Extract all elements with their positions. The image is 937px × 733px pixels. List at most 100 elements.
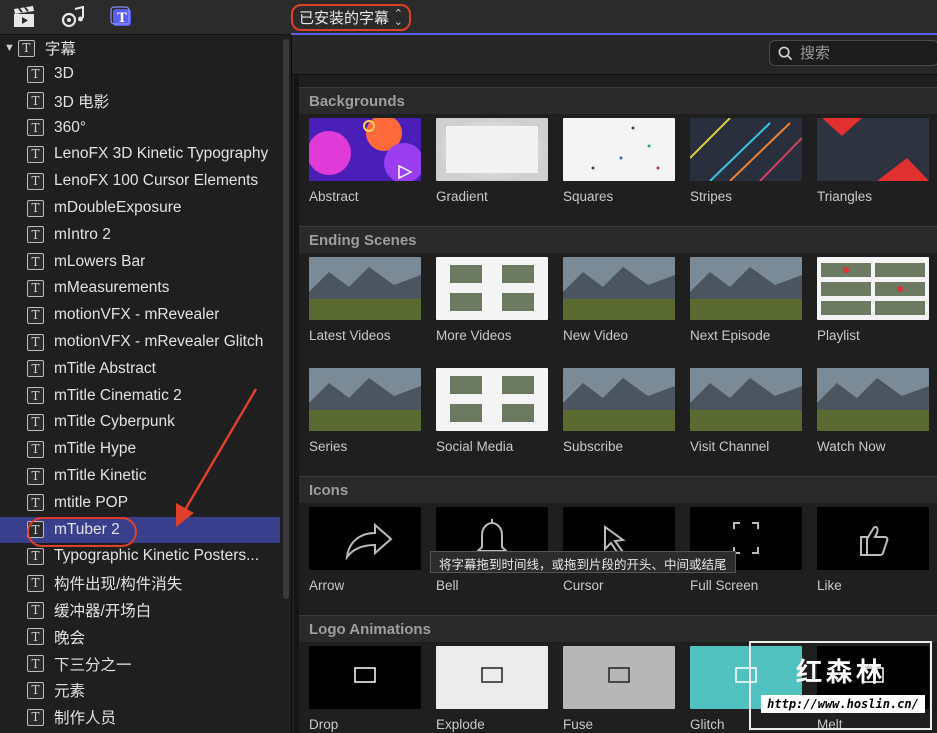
sidebar-item-label: 制作人员 [54, 710, 117, 728]
sidebar-item[interactable]: T 360° [0, 115, 280, 141]
tile-thumbnail[interactable] [690, 257, 802, 320]
sidebar-item[interactable]: TmotionVFX - mRevealer [0, 302, 280, 328]
section-header: Logo Animations [299, 615, 937, 642]
title-tile[interactable]: Arrow [309, 507, 421, 593]
tile-thumbnail[interactable] [563, 368, 675, 431]
music-camera-icon[interactable] [61, 5, 85, 28]
disclosure-triangle-icon[interactable]: ▼ [4, 42, 15, 54]
sidebar-item[interactable]: T LenoFX 100 Cursor Elements [0, 168, 280, 194]
tile-label: Drop [309, 717, 339, 732]
sidebar-item-label: 3D [54, 65, 74, 82]
sidebar-item-label: motionVFX - mRevealer [54, 306, 220, 324]
title-tile[interactable]: Playlist [817, 257, 929, 343]
sidebar-item[interactable]: TmLowers Bar [0, 249, 280, 275]
title-category-icon: T [27, 172, 44, 190]
search-input[interactable] [800, 44, 930, 62]
dropdown-label: 已安装的字幕 [299, 10, 390, 27]
sidebar-item[interactable]: T 元素 [0, 677, 280, 703]
title-category-icon: T [27, 655, 44, 673]
title-tile[interactable]: Fuse [563, 646, 675, 732]
title-tile[interactable]: Visit Channel [690, 368, 802, 454]
tile-label: Series [309, 439, 348, 454]
tile-thumbnail[interactable] [436, 646, 548, 709]
tile-thumbnail[interactable] [309, 118, 421, 181]
title-tile[interactable]: Series [309, 368, 421, 454]
clapper-icon[interactable] [12, 6, 36, 28]
title-category-icon: T [27, 65, 44, 83]
title-tile[interactable]: Triangles [817, 118, 929, 204]
tile-thumbnail[interactable] [563, 118, 675, 181]
tile-thumbnail[interactable] [436, 257, 548, 320]
tile-thumbnail[interactable] [309, 507, 421, 570]
section-header: Icons [299, 476, 937, 503]
installed-titles-dropdown[interactable]: 已安装的字幕 ⌃ ⌄ [291, 4, 411, 31]
title-tile[interactable]: Like [817, 507, 929, 593]
title-tile[interactable]: Explode [436, 646, 548, 732]
search-field[interactable] [769, 40, 937, 66]
title-tile[interactable]: More Videos [436, 257, 548, 343]
tile-label: Full Screen [690, 578, 759, 593]
title-tile[interactable]: Bell [436, 507, 548, 593]
sidebar-scrollbar[interactable] [283, 39, 289, 599]
title-tile[interactable]: Latest Videos [309, 257, 421, 343]
sidebar-item[interactable]: T 缓冲器/开场白 [0, 597, 280, 623]
title-category-icon: T [27, 574, 44, 592]
title-tile[interactable]: Stripes [690, 118, 802, 204]
tile-thumbnail[interactable] [563, 646, 675, 709]
sidebar-item-label: 下三分之一 [54, 656, 132, 674]
tile-thumbnail[interactable] [690, 118, 802, 181]
title-tile[interactable]: Subscribe [563, 368, 675, 454]
title-category-icon: T [27, 119, 44, 137]
sidebar-root-titles[interactable]: ▼ T 字幕 [0, 35, 280, 61]
tile-label: Watch Now [817, 439, 886, 454]
sidebar-item[interactable]: TmotionVFX - mRevealer Glitch [0, 329, 280, 355]
sidebar-item[interactable]: T 构件出现/构件消失 [0, 570, 280, 596]
tile-thumbnail[interactable] [817, 257, 929, 320]
sidebar-item-label: 360° [54, 118, 87, 136]
tile-label: Subscribe [563, 439, 624, 454]
titles-icon[interactable]: T [110, 6, 134, 28]
tile-label: Explode [436, 717, 485, 732]
tile-thumbnail[interactable] [690, 368, 802, 431]
sidebar-item[interactable]: TmIntro 2 [0, 222, 280, 248]
title-tile[interactable]: Squares [563, 118, 675, 204]
tile-thumbnail[interactable] [563, 257, 675, 320]
tile-thumbnail[interactable] [309, 646, 421, 709]
title-tile[interactable]: Social Media [436, 368, 548, 454]
tile-thumbnail[interactable] [817, 368, 929, 431]
sidebar-item[interactable]: T Typographic Kinetic Posters... [0, 543, 280, 569]
title-category-icon: T [27, 387, 44, 405]
title-tile[interactable]: Cursor [563, 507, 675, 593]
sidebar-item[interactable]: TmDoubleExposure [0, 195, 280, 221]
title-tile[interactable]: New Video [563, 257, 675, 343]
tile-thumbnail[interactable] [817, 118, 929, 181]
title-tile[interactable]: Gradient [436, 118, 548, 204]
sidebar-item[interactable]: T 下三分之一 [0, 651, 280, 677]
sidebar-item[interactable]: TmMeasurements [0, 275, 280, 301]
tile-thumbnail[interactable] [436, 118, 548, 181]
sidebar-item[interactable]: T 3D 电影 [0, 88, 280, 114]
sidebar-item[interactable]: T LenoFX 3D Kinetic Typography [0, 141, 280, 167]
sidebar-item-label: LenoFX 3D Kinetic Typography [54, 145, 269, 163]
title-tile[interactable]: Drop [309, 646, 421, 732]
sidebar-item[interactable]: T 晚会 [0, 624, 280, 650]
title-tile[interactable]: Abstract [309, 118, 421, 204]
tile-thumbnail[interactable] [436, 368, 548, 431]
tile-label: Social Media [436, 439, 514, 454]
tile-thumbnail[interactable] [817, 507, 929, 570]
title-tile[interactable]: Watch Now [817, 368, 929, 454]
tile-thumbnail[interactable] [309, 257, 421, 320]
title-tile[interactable]: Full Screen [690, 507, 802, 593]
sidebar-item[interactable]: T 制作人员 [0, 704, 280, 730]
tile-thumbnail[interactable] [309, 368, 421, 431]
sidebar-item-label: mIntro 2 [54, 225, 111, 243]
sidebar-item[interactable]: TmTitle Abstract [0, 356, 280, 382]
tile-label: Squares [563, 189, 614, 204]
sidebar-item[interactable]: T 3D [0, 61, 280, 87]
sidebar-item-label: 3D 电影 [54, 93, 110, 111]
title-category-icon: T [27, 547, 44, 565]
tile-label: Next Episode [690, 328, 771, 343]
sidebar: ▼ T 字幕 T 3D T 3D 电影 T 360° T LenoFX 3D Kinetic Typ… [0, 35, 292, 733]
tile-label: Visit Channel [690, 439, 770, 454]
title-tile[interactable]: Next Episode [690, 257, 802, 343]
